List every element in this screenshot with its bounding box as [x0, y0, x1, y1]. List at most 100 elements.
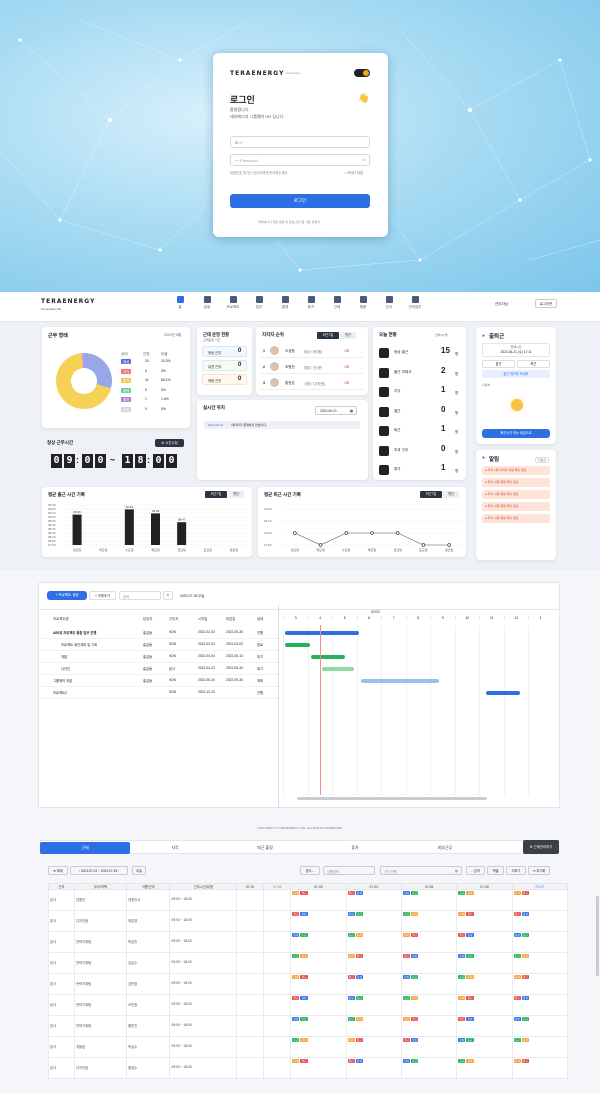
user-id-field[interactable]: ⊙ H	[230, 136, 370, 148]
att-tab-trip[interactable]: 퇴근 출장	[220, 842, 310, 854]
nav-item-calendar[interactable]: 일정	[197, 296, 217, 310]
nav-item-hr[interactable]: 인사	[379, 296, 399, 310]
att-day-cell[interactable]: 결근 정상	[511, 994, 569, 1016]
att-day-cell[interactable]: 지각 결근	[400, 1015, 458, 1037]
user-name[interactable]: 관리자님	[495, 302, 508, 307]
att-day-cell[interactable]	[236, 994, 265, 1016]
nav-item-home[interactable]: 홈	[170, 296, 190, 310]
nav-item-attendance[interactable]: 근태	[327, 296, 347, 310]
gantt-col-header[interactable]: 마감일	[226, 616, 235, 621]
logout-button[interactable]: 로그아웃	[535, 299, 557, 308]
att-day-cell[interactable]: 결근 정상	[456, 931, 513, 953]
att-day-cell[interactable]: 결근 정상	[511, 910, 569, 932]
att-day-cell[interactable]: 출근 지각	[400, 910, 458, 932]
avg-in-tab-7days[interactable]: 최근7일	[205, 491, 227, 498]
alert-item[interactable]: ● 지각 1명 미처리 직원 확인 필요	[482, 466, 550, 475]
gantt-row[interactable]: 디자인 홍길동 본사 2022-04-22 2022-05-30 대기	[39, 663, 278, 675]
att-day-cell[interactable]: 지각 결근	[511, 973, 569, 995]
period-input[interactable]: 기간 선택 ▦	[380, 866, 462, 875]
gantt-row[interactable]: 그룹웨어 개발 홍길동 KDN 2022-06-20 2022-09-30 계획	[39, 675, 278, 687]
avg-out-tab-7days[interactable]: 최근7일	[420, 491, 442, 498]
att-table-row[interactable]: 본사 전략기획팀 김승수 09:00 ~ 18:00 출근 지각 지각 결근 결근 정상 정상 출근 출…	[47, 952, 569, 974]
nav-item-vacation[interactable]: 휴가	[301, 296, 321, 310]
gantt-bar[interactable]	[285, 643, 310, 647]
gantt-bar[interactable]	[310, 655, 346, 659]
gantt-bar[interactable]	[285, 631, 359, 635]
att-day-cell[interactable]: 정상 출근	[400, 1057, 458, 1079]
att-day-cell[interactable]: 출근 지각	[290, 1036, 347, 1058]
alert-item[interactable]: ● 지각 서류 증빙 제출 필요	[482, 478, 550, 487]
gantt-scrollbar[interactable]	[297, 797, 487, 800]
att-day-cell[interactable]	[263, 910, 292, 932]
search-icon[interactable]: ⌕	[163, 591, 173, 600]
att-day-cell[interactable]: 결근 정상	[290, 994, 347, 1016]
alert-item[interactable]: ● 지각 서류 증빙 제출 필요	[482, 514, 550, 523]
att-manage-button[interactable]: ⚙ 근태관리하기	[523, 840, 559, 854]
att-day-cell[interactable]: 결근 정상	[290, 910, 347, 932]
gantt-bar[interactable]	[360, 679, 440, 683]
gantt-col-header[interactable]: 시작일	[198, 616, 207, 621]
att-tab-vacation[interactable]: 휴가	[310, 842, 400, 854]
gantt-row[interactable]: 프로젝트 제안계획 및 기획 홍길동 KDN 2022-02-03 2022-03-03…	[39, 639, 278, 651]
att-day-cell[interactable]	[236, 973, 265, 995]
att-table-row[interactable]: 본사 전략기획팀 김민정 09:00 ~ 18:00 지각 결근 결근 정상 정상 출근 출근 지각 지…	[47, 973, 569, 995]
avg-out-tab-month[interactable]: 월간	[443, 491, 459, 498]
att-table-row[interactable]: 본사 디자인팀 황영수 09:00 ~ 18:00 지각 결근 결근 정상 정상 출근 출근 지각 지각…	[47, 1057, 569, 1079]
alert-item[interactable]: ● 지각 서류 증빙 제출 필요	[482, 502, 550, 511]
att-day-cell[interactable]: 정상 출근	[345, 994, 402, 1016]
att-day-cell[interactable]: 결근 정상	[400, 1036, 458, 1058]
location-select[interactable]: 본사⌄	[300, 866, 320, 875]
today-button[interactable]: 오늘	[132, 866, 146, 875]
att-day-cell[interactable]: 출근 지각	[456, 889, 513, 911]
checkin-out-button[interactable]: 퇴근	[517, 360, 550, 368]
att-day-cell[interactable]	[263, 973, 292, 995]
att-day-cell[interactable]: 지각 결근	[290, 1057, 347, 1079]
more-button[interactable]: 더보기	[506, 866, 526, 875]
eye-off-icon[interactable]: ⊘	[363, 157, 366, 162]
att-day-cell[interactable]: 지각 결근	[456, 994, 513, 1016]
att-day-cell[interactable]: 결근 정상	[345, 973, 402, 995]
gantt-row[interactable]: 프로젝트2 KDN 2022-12-20 진행	[39, 687, 278, 699]
att-day-cell[interactable]	[263, 952, 292, 974]
att-day-cell[interactable]: 결근 정상	[456, 1015, 513, 1037]
att-table-row[interactable]: 본사 전략기획팀 박성진 09:00 ~ 18:00 정상 출근 출근 지각 지각 결근 결근 정상 정…	[47, 931, 569, 953]
att-table-row[interactable]: 본사 개발팀 박상수 09:00 ~ 18:00 출근 지각 지각 결근 결근 정상 정상 출근 출근 지…	[47, 1036, 569, 1058]
att-day-cell[interactable]: 정상 출근	[290, 931, 347, 953]
att-day-cell[interactable]	[263, 1015, 292, 1037]
att-day-cell[interactable]	[263, 931, 292, 953]
att-day-cell[interactable]: 출근 지각	[345, 931, 402, 953]
ranking-tab-month[interactable]: 월간	[340, 332, 356, 339]
att-day-cell[interactable]: 정상 출근	[511, 931, 569, 953]
att-day-cell[interactable]	[236, 910, 265, 932]
gantt-row[interactable]: AI비료 프로젝트 통합 업무 진행 홍길동 KDN 2022-02-03 2022-0…	[39, 627, 278, 639]
avg-in-tab-month[interactable]: 월간	[228, 491, 244, 498]
name-search-input[interactable]: 이름검색	[323, 866, 375, 875]
att-table-row[interactable]: 본사 디자인팀 최은영 09:00 ~ 18:00 결근 정상 정상 출근 출근 지각 지각 결근 결근…	[47, 910, 569, 932]
gantt-col-header[interactable]: 담당자	[143, 616, 152, 621]
checkin-in-button[interactable]: 출근	[482, 360, 515, 368]
att-day-cell[interactable]: 지각 결근	[456, 910, 513, 932]
att-day-cell[interactable]: 출근 지각	[511, 952, 569, 974]
att-day-cell[interactable]	[263, 994, 292, 1016]
att-day-cell[interactable]: 지각 결근	[511, 889, 569, 911]
checkin-action-button[interactable]: 퇴근시간 하는 세상으로	[482, 429, 550, 438]
att-day-cell[interactable]: 출근 지각	[511, 1036, 569, 1058]
search-button[interactable]: ⌕ 검색	[466, 866, 485, 875]
realtime-date-picker[interactable]: 2023-06-21 ▦	[315, 406, 357, 415]
page-scrollbar[interactable]	[596, 896, 599, 976]
att-day-cell[interactable]: 정상 출근	[345, 910, 402, 932]
att-table-row[interactable]: 본사 임원진 대표이사 09:00 ~ 18:00 지각 결근 결근 정상 정상 출근 출근 지각 지각…	[47, 889, 569, 911]
att-day-cell[interactable]	[236, 952, 265, 974]
att-day-cell[interactable]: 출근 지각	[456, 1057, 513, 1079]
att-day-cell[interactable]	[236, 1015, 265, 1037]
att-day-cell[interactable]: 정상 출근	[400, 973, 458, 995]
add-filter-button[interactable]: + 전체추가	[89, 591, 116, 600]
att-day-cell[interactable]	[236, 931, 265, 953]
gantt-col-header[interactable]: 근무지	[169, 616, 178, 621]
att-day-cell[interactable]: 지각 결근	[511, 1057, 569, 1079]
ranking-tab-7days[interactable]: 최근7일	[317, 332, 339, 339]
gantt-row[interactable]: 개발 홍길동 KDN 2022-04-04 2022-05-13 대기	[39, 651, 278, 663]
att-table-row[interactable]: 본사 전략기획팀 황민진 09:00 ~ 18:00 정상 출근 출근 지각 지각 결근 결근 정상 정…	[47, 1015, 569, 1037]
att-table-row[interactable]: 본사 전략기획팀 오민정 09:00 ~ 18:00 결근 정상 정상 출근 출근 지각 지각 결근 결…	[47, 994, 569, 1016]
att-day-cell[interactable]	[263, 1057, 292, 1079]
